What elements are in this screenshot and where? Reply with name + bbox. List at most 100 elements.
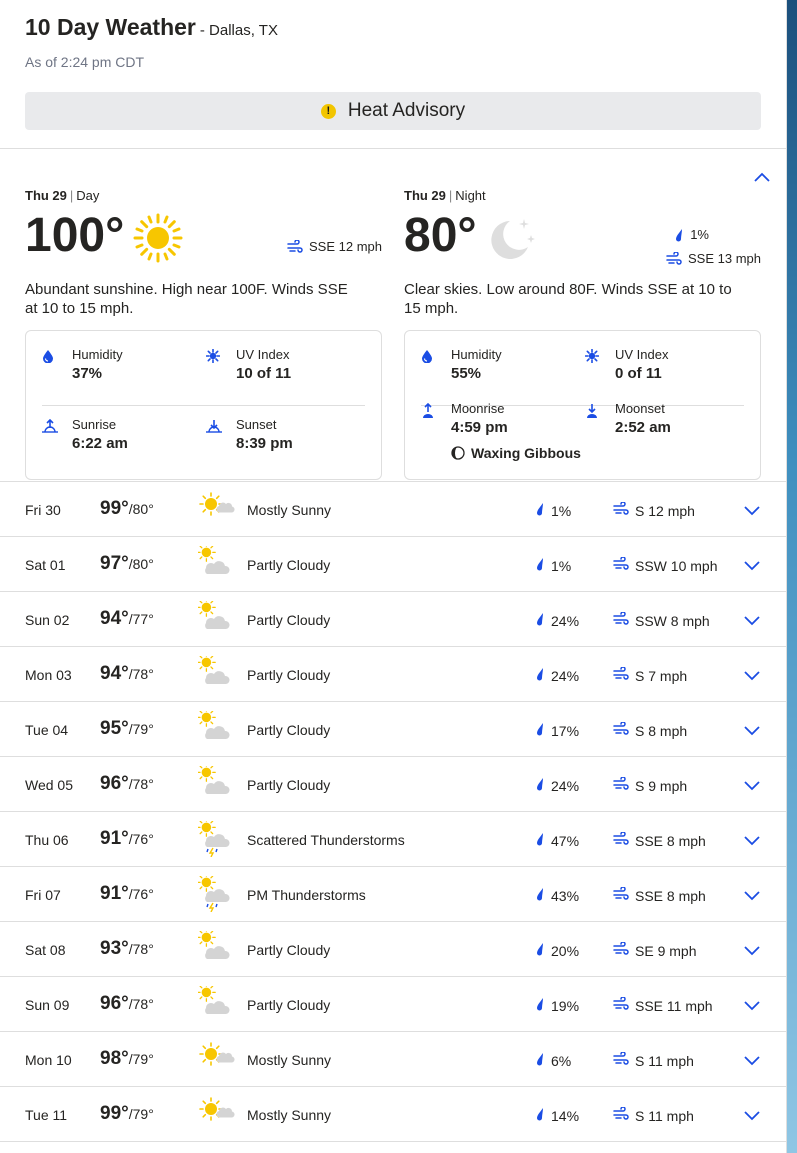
row-high: 94° [100, 663, 129, 684]
row-date: Sun 02 [25, 612, 70, 628]
day-row-partial[interactable] [0, 1141, 786, 1153]
row-precip-value: 24% [551, 612, 580, 629]
sunset-icon [206, 420, 222, 433]
day-row[interactable]: Sat 01 97°/80° Partly Cloudy 1% SSW 10 m… [0, 536, 786, 591]
row-precip: 14% [535, 1107, 579, 1124]
row-temps: 94°/78° [100, 663, 154, 685]
night-precip: 1% [674, 227, 709, 242]
day-row[interactable]: Wed 05 96°/78° Partly Cloudy 24% S 9 mph [0, 756, 786, 811]
row-low: /79° [128, 721, 154, 737]
day-row[interactable]: Fri 07 91°/76° PM Thunderstorms 43% SSE … [0, 866, 786, 921]
row-phrase: Partly Cloudy [247, 557, 331, 573]
row-temps: 96°/78° [100, 773, 154, 795]
row-weather-icon [198, 1096, 236, 1137]
row-low: /76° [128, 831, 154, 847]
ten-day-weather-card: 10 Day Weather - Dallas, TX As of 2:24 p… [0, 0, 787, 1153]
collapse-button[interactable] [752, 168, 772, 188]
chevron-down-icon[interactable] [742, 665, 762, 690]
row-precip-value: 14% [551, 1107, 580, 1124]
chevron-down-icon[interactable] [742, 610, 762, 635]
row-low: /80° [128, 501, 154, 517]
chevron-down-icon[interactable] [742, 1050, 762, 1075]
day-row[interactable]: Thu 06 91°/76° Scattered Thunderstorms 4… [0, 811, 786, 866]
wind-icon [666, 251, 682, 265]
sunrise-value: 6:22 am [72, 435, 128, 452]
row-phrase: Partly Cloudy [247, 777, 331, 793]
advisory-label: Heat Advisory [347, 100, 466, 121]
heat-advisory-button[interactable]: ! Heat Advisory [25, 92, 761, 130]
row-wind-value: SSE 11 mph [635, 997, 713, 1014]
chevron-down-icon[interactable] [742, 555, 762, 580]
day-row[interactable]: Tue 11 99°/79° Mostly Sunny 14% S 11 mph [0, 1086, 786, 1141]
row-wind-value: S 11 mph [635, 1052, 694, 1069]
rain-drop-icon [535, 1107, 551, 1124]
partly-cloudy-icon [196, 652, 230, 684]
row-phrase: PM Thunderstorms [247, 887, 366, 903]
wind-icon [613, 1106, 635, 1124]
chevron-down-icon[interactable] [742, 940, 762, 965]
humidity-value: 55% [451, 365, 482, 382]
day-row[interactable]: Mon 03 94°/78° Partly Cloudy 24% S 7 mph [0, 646, 786, 701]
chevron-down-icon[interactable] [742, 720, 762, 745]
row-date: Fri 07 [25, 887, 61, 903]
night-label: Thu 29 | Night [404, 188, 486, 203]
day-row[interactable]: Sun 02 94°/77° Partly Cloudy 24% SSW 8 m… [0, 591, 786, 646]
row-high: 95° [100, 718, 129, 739]
row-precip: 20% [535, 942, 579, 959]
uv-label: UV Index [236, 347, 290, 362]
rain-drop-icon [535, 997, 551, 1014]
chevron-down-icon[interactable] [742, 1105, 762, 1130]
daily-forecast-list: Fri 30 99°/80° Mostly Sunny 1% S 12 mph … [0, 481, 786, 1153]
row-phrase: Partly Cloudy [247, 667, 331, 683]
day-temp-row: 100° SSE 12 mph [25, 209, 382, 267]
chevron-down-icon[interactable] [742, 995, 762, 1020]
day-row[interactable]: Sat 08 93°/78° Partly Cloudy 20% SE 9 mp… [0, 921, 786, 976]
row-high: 99° [100, 1103, 129, 1124]
row-date: Sat 08 [25, 942, 66, 958]
row-precip: 6% [535, 1052, 571, 1069]
rain-drop-icon [535, 502, 551, 519]
row-precip-value: 20% [551, 942, 580, 959]
rain-drop-icon [535, 1052, 551, 1069]
partly-cloudy-icon [196, 707, 230, 739]
row-wind-value: S 8 mph [635, 722, 688, 739]
wind-icon [613, 666, 635, 684]
wind-icon [613, 501, 635, 519]
row-high: 93° [100, 938, 129, 959]
night-low-temp: 80° [404, 209, 477, 262]
partly-cloudy-icon [196, 542, 230, 574]
chevron-down-icon[interactable] [742, 500, 762, 525]
row-weather-icon [196, 817, 236, 862]
wind-icon [613, 556, 635, 574]
row-phrase: Mostly Sunny [247, 1052, 332, 1068]
day-wind: SSE 12 mph [287, 239, 382, 254]
uv-value: 10 of 11 [236, 365, 292, 382]
row-low: /76° [128, 886, 154, 902]
day-row[interactable]: Fri 30 99°/80° Mostly Sunny 1% S 12 mph [0, 481, 786, 536]
moonset-value: 2:52 am [615, 419, 671, 436]
uv-icon [584, 348, 600, 364]
humidity-icon [422, 350, 432, 364]
day-row[interactable]: Sun 09 96°/78° Partly Cloudy 19% SSE 11 … [0, 976, 786, 1031]
chevron-down-icon[interactable] [742, 830, 762, 855]
row-precip: 1% [535, 557, 571, 574]
row-temps: 99°/79° [100, 1103, 154, 1125]
day-row[interactable]: Mon 10 98°/79° Mostly Sunny 6% S 11 mph [0, 1031, 786, 1086]
row-temps: 93°/78° [100, 938, 154, 960]
row-low: /79° [128, 1106, 154, 1122]
chevron-down-icon[interactable] [742, 775, 762, 800]
row-date: Wed 05 [25, 777, 73, 793]
row-high: 99° [100, 498, 129, 519]
day-row[interactable]: Tue 04 95°/79° Partly Cloudy 17% S 8 mph [0, 701, 786, 756]
partly-cloudy-icon [196, 982, 230, 1014]
chevron-down-icon[interactable] [742, 885, 762, 910]
row-precip-value: 17% [551, 722, 580, 739]
row-wind: S 11 mph [613, 1051, 694, 1069]
moonrise-value: 4:59 pm [451, 419, 508, 436]
wind-icon [613, 721, 635, 739]
night-precip-value: 1% [690, 227, 709, 242]
row-wind-value: S 7 mph [635, 667, 688, 684]
row-precip: 19% [535, 997, 579, 1014]
row-temps: 91°/76° [100, 883, 154, 905]
moon-phase: Waxing Gibbous [451, 445, 581, 461]
